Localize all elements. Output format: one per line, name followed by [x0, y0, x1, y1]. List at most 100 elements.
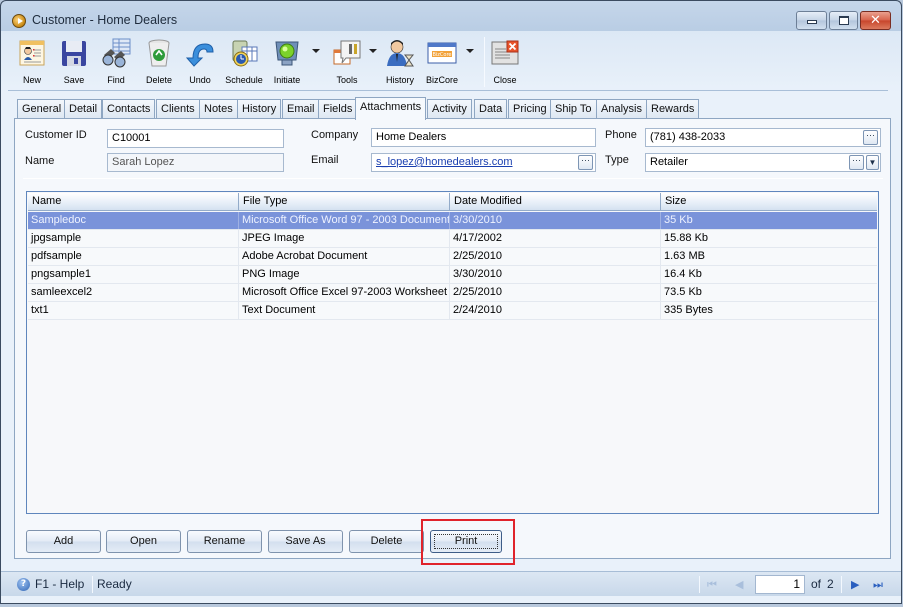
cell-file-type: PNG Image: [239, 266, 450, 283]
column-header-file-type[interactable]: File Type: [239, 193, 450, 210]
name-field[interactable]: Sarah Lopez: [107, 153, 284, 172]
history-label: History: [385, 75, 414, 85]
find-label: Find: [107, 75, 125, 85]
table-row[interactable]: samleexcel2 Microsoft Office Excel 97-20…: [28, 284, 877, 302]
grid-header: Name File Type Date Modified Size: [28, 193, 877, 211]
type-select[interactable]: Retailer ··· ▼: [645, 153, 881, 172]
company-field[interactable]: Home Dealers: [371, 128, 596, 147]
user-hourglass-icon: [387, 40, 415, 67]
table-row[interactable]: jpgsample JPEG Image 4/17/2002 15.88 Kb: [28, 230, 877, 248]
history-button[interactable]: History: [380, 35, 420, 89]
page-number-input[interactable]: 1: [755, 575, 805, 594]
tab-notes[interactable]: Notes: [199, 99, 238, 119]
type-ellipsis-button[interactable]: ···: [849, 155, 864, 170]
nav-separator-2: [841, 576, 842, 593]
table-row[interactable]: pdfsample Adobe Acrobat Document 2/25/20…: [28, 248, 877, 266]
tab-clients[interactable]: Clients: [156, 99, 200, 119]
status-bar: ? F1 - Help Ready ⏮ ◀ 1 of 2 ▶ ⏭: [1, 571, 901, 596]
email-value[interactable]: s_lopez@homedealers.com: [376, 156, 513, 168]
undo-button[interactable]: Undo: [180, 35, 220, 89]
tools-dropdown-arrow[interactable]: [369, 49, 377, 53]
cell-name: pngsample1: [28, 266, 239, 283]
rename-button[interactable]: Rename: [187, 530, 262, 553]
toolbar: New Save Find Delete Undo Schedule Initi…: [8, 33, 888, 91]
email-ellipsis-button[interactable]: ···: [578, 155, 593, 170]
tab-activity[interactable]: Activity: [427, 99, 472, 119]
cell-date-modified: 2/25/2010: [450, 284, 661, 301]
last-page-icon[interactable]: ⏭: [873, 578, 883, 592]
bizcore-button[interactable]: BizCore BizCore: [421, 35, 463, 89]
form-divider: [23, 178, 883, 179]
tab-history[interactable]: History: [237, 99, 282, 119]
tab-contacts[interactable]: Contacts: [102, 99, 156, 119]
phone-field[interactable]: (781) 438-2033 ···: [645, 128, 881, 147]
tab-general[interactable]: General: [17, 99, 67, 119]
customer-id-label: Customer ID: [25, 129, 87, 141]
column-header-date-modified[interactable]: Date Modified: [450, 193, 661, 210]
tab-data[interactable]: Data: [474, 99, 508, 119]
cell-file-type: Microsoft Office Word 97 - 2003 Document: [239, 212, 450, 229]
find-button[interactable]: Find: [96, 35, 136, 89]
new-button[interactable]: New: [12, 35, 52, 89]
delete-attachment-button[interactable]: Delete: [349, 530, 424, 553]
phone-value: (781) 438-2033: [650, 131, 726, 143]
undo-arrow-icon: [185, 43, 214, 67]
status-separator: [92, 576, 93, 593]
bizcore-icon: BizCore: [427, 42, 457, 64]
maximize-icon: [839, 16, 849, 25]
tab-ship-to[interactable]: Ship To: [550, 99, 597, 119]
phone-ellipsis-button[interactable]: ···: [863, 130, 878, 145]
email-field[interactable]: s_lopez@homedealers.com ···: [371, 153, 596, 172]
cell-date-modified: 4/17/2002: [450, 230, 661, 247]
first-page-icon[interactable]: ⏮: [707, 578, 717, 592]
close-button[interactable]: Close: [485, 35, 525, 89]
customer-window: Customer - Home Dealers ✕ New Save Find …: [0, 0, 902, 604]
table-row[interactable]: Sampledoc Microsoft Office Word 97 - 200…: [28, 212, 877, 230]
tools-button[interactable]: Tools: [324, 35, 370, 89]
column-header-size[interactable]: Size: [661, 193, 877, 210]
tab-email[interactable]: Email: [282, 99, 320, 119]
maximize-button[interactable]: [829, 11, 858, 30]
help-text[interactable]: F1 - Help: [35, 577, 84, 591]
close-window-button[interactable]: ✕: [860, 11, 891, 30]
save-button[interactable]: Save: [54, 35, 94, 89]
initiate-button[interactable]: Initiate: [267, 35, 307, 89]
next-page-icon[interactable]: ▶: [851, 578, 859, 591]
binoculars-icon: [102, 38, 131, 68]
save-as-button[interactable]: Save As: [268, 530, 343, 553]
new-label: New: [22, 75, 41, 85]
bizcore-dropdown-arrow[interactable]: [466, 49, 474, 53]
close-label: Close: [493, 75, 517, 85]
initiate-label: Initiate: [273, 75, 301, 85]
undo-label: Undo: [189, 75, 211, 85]
chevron-down-icon[interactable]: ▼: [866, 155, 879, 170]
tab-fields[interactable]: Fields: [318, 99, 358, 119]
tab-analysis[interactable]: Analysis: [596, 99, 647, 119]
minimize-button[interactable]: [796, 11, 827, 30]
cell-size: 1.63 MB: [664, 250, 705, 262]
title-bar: Customer - Home Dealers ✕: [1, 1, 901, 33]
cell-name: Sampledoc: [28, 212, 239, 229]
window-title: Customer - Home Dealers: [32, 13, 178, 27]
cell-file-type: Adobe Acrobat Document: [239, 248, 450, 265]
delete-button[interactable]: Delete: [139, 35, 179, 89]
tab-attachments[interactable]: Attachments: [355, 97, 427, 120]
name-label: Name: [25, 155, 55, 167]
tab-detail[interactable]: Detail: [64, 99, 103, 119]
cell-file-type: Microsoft Office Excel 97-2003 Worksheet: [239, 284, 450, 301]
cell-size: 15.88 Kb: [664, 232, 709, 244]
add-button[interactable]: Add: [26, 530, 101, 553]
schedule-button[interactable]: Schedule: [221, 35, 267, 89]
page-of-label: of: [811, 577, 822, 591]
table-row[interactable]: pngsample1 PNG Image 3/30/2010 16.4 Kb: [28, 266, 877, 284]
tab-pricing[interactable]: Pricing: [508, 99, 552, 119]
cell-size: 73.5 Kb: [664, 286, 702, 298]
column-header-name[interactable]: Name: [28, 193, 239, 210]
help-icon[interactable]: ?: [17, 578, 30, 591]
customer-id-field[interactable]: C10001: [107, 129, 284, 148]
previous-page-icon[interactable]: ◀: [735, 578, 743, 591]
tab-rewards[interactable]: Rewards: [646, 99, 700, 119]
initiate-dropdown-arrow[interactable]: [312, 49, 320, 53]
table-row[interactable]: txt1 Text Document 2/24/2010 335 Bytes: [28, 302, 877, 320]
open-button[interactable]: Open: [106, 530, 181, 553]
